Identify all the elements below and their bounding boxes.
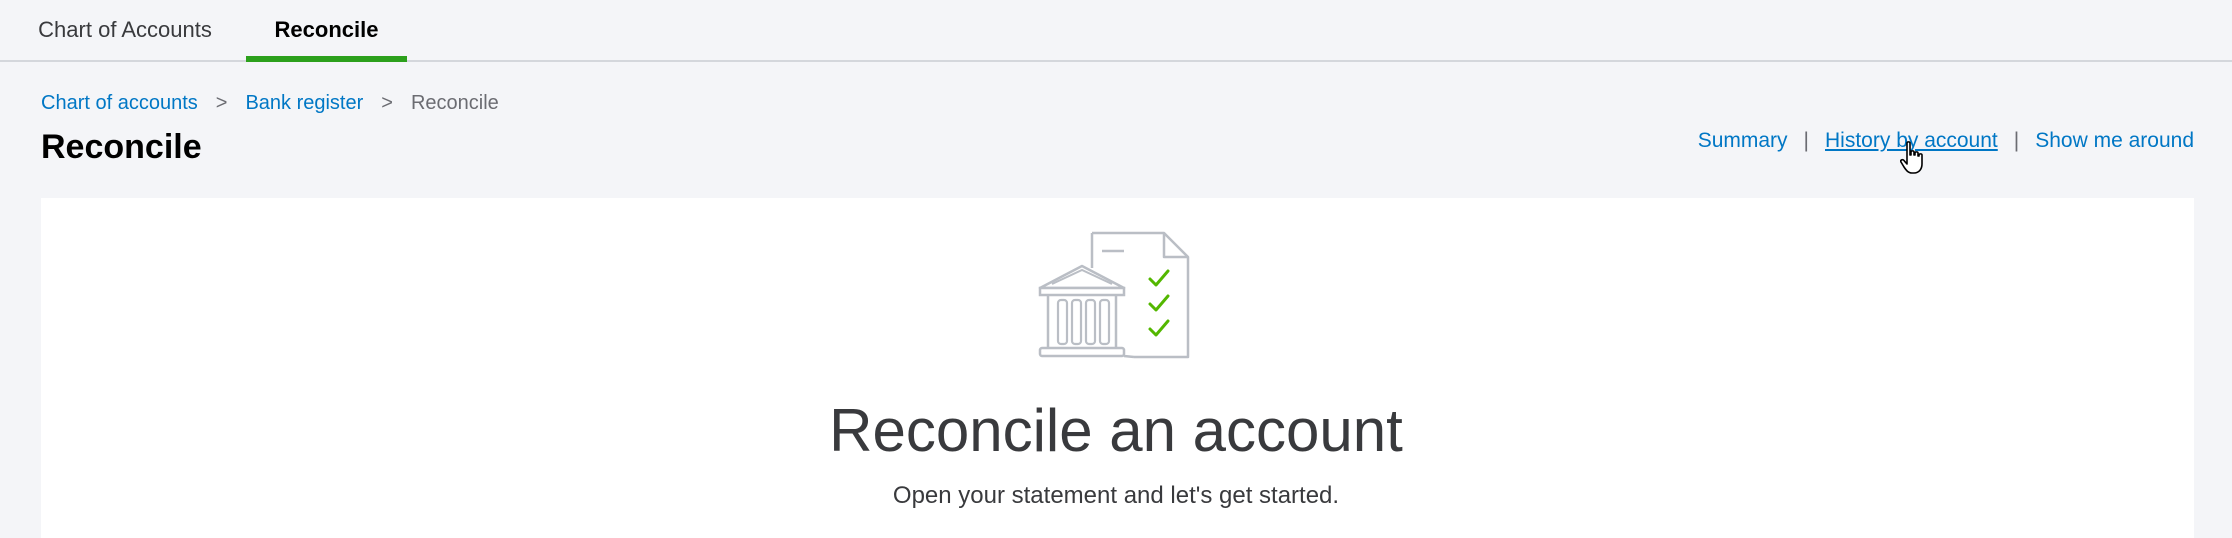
breadcrumb-current: Reconcile xyxy=(410,92,499,114)
hero-subtitle: Open your statement and let's get starte… xyxy=(892,482,1340,509)
tab-chart-of-accounts[interactable]: Chart of Accounts xyxy=(22,0,228,60)
breadcrumb-separator: > xyxy=(381,92,393,114)
action-separator: | xyxy=(2013,129,2020,152)
hand-pointer-cursor-icon xyxy=(1900,141,1923,174)
action-separator: | xyxy=(1803,129,1810,152)
page-title: Reconcile xyxy=(41,128,202,166)
hero-title: Reconcile an account xyxy=(829,397,1403,464)
breadcrumb-bank-register[interactable]: Bank register xyxy=(245,92,363,115)
tab-reconcile[interactable]: Reconcile xyxy=(246,0,407,62)
show-me-around-link[interactable]: Show me around xyxy=(2035,129,2194,153)
page-actions: Summary | History by account | Show me a… xyxy=(1698,129,2194,153)
breadcrumb-separator: > xyxy=(215,92,228,114)
tab-bar: Chart of Accounts Reconcile xyxy=(0,0,2232,62)
summary-link[interactable]: Summary xyxy=(1698,129,1788,153)
breadcrumb-chart-of-accounts[interactable]: Chart of accounts xyxy=(41,92,198,115)
breadcrumb: Chart of accounts > Bank register > Reco… xyxy=(41,92,499,115)
bank-checklist-icon xyxy=(1038,231,1190,359)
